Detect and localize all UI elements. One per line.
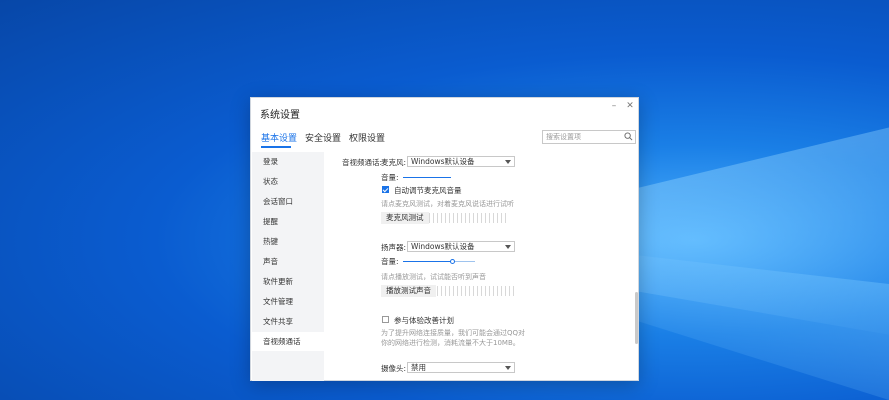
tab-basic-settings[interactable]: 基本设置 [261, 131, 297, 144]
camera-device-select[interactable]: 禁用 [407, 362, 515, 373]
speaker-volume-knob[interactable] [450, 259, 456, 264]
speaker-label: 扬声器: [381, 243, 407, 252]
mic-test-hint: 请点麦克风测试，对着麦克风说话进行试听 [381, 200, 514, 208]
sidebar-item-file-sharing[interactable]: 文件共享 [252, 312, 324, 331]
active-tab-indicator [261, 146, 291, 148]
sidebar-item-file-management[interactable]: 文件管理 [252, 292, 324, 311]
desktop-light-beam [600, 120, 889, 340]
sidebar-item-reminders[interactable]: 提醒 [252, 212, 324, 231]
auto-adjust-mic-checkbox[interactable] [382, 186, 389, 193]
av-section-label: 音视频通话: [342, 158, 383, 167]
close-icon[interactable]: ✕ [624, 101, 636, 111]
speaker-volume-label: 音量: [381, 257, 399, 266]
desktop-light-beam-lower [635, 255, 889, 400]
experience-program-label: 参与体验改善计划 [394, 316, 454, 325]
chevron-down-icon [505, 160, 511, 164]
experience-hint-line1: 为了提升网络连接质量，我们可能会通过QQ对 [381, 329, 526, 337]
search-box [542, 130, 636, 144]
sidebar-item-status[interactable]: 状态 [252, 172, 324, 191]
speaker-volume-fill [403, 261, 454, 262]
speaker-volume-slider[interactable] [403, 259, 475, 264]
auto-adjust-mic-label: 自动调节麦克风音量 [394, 186, 462, 195]
mic-volume-label: 音量: [381, 173, 399, 182]
camera-device-value: 禁用 [411, 363, 426, 372]
tab-permission-settings[interactable]: 权限设置 [349, 131, 385, 144]
sidebar-item-av-call[interactable]: 音视频通话 [252, 332, 324, 351]
minimize-icon[interactable]: – [608, 101, 620, 111]
sidebar-item-software-update[interactable]: 软件更新 [252, 272, 324, 291]
search-input[interactable] [543, 131, 621, 143]
speaker-device-select[interactable]: Windows默认设备 [407, 241, 515, 252]
speaker-test-hint: 请点播放测试，试试能否听到声音 [381, 273, 486, 281]
mic-device-value: Windows默认设备 [411, 157, 475, 166]
speaker-level-meter [437, 286, 515, 296]
settings-window: 系统设置 – ✕ 基本设置 安全设置 权限设置 登录 状态 会话窗口 提醒 热键… [250, 97, 639, 381]
search-icon[interactable] [624, 132, 633, 141]
speaker-test-button[interactable]: 播放测试声音 [381, 285, 436, 297]
sidebar-item-login[interactable]: 登录 [252, 152, 324, 171]
experience-program-checkbox[interactable] [382, 316, 389, 323]
content-scrollbar[interactable] [635, 292, 638, 344]
sidebar-item-hotkeys[interactable]: 热键 [252, 232, 324, 251]
sidebar: 登录 状态 会话窗口 提醒 热键 声音 软件更新 文件管理 文件共享 音视频通话 [252, 152, 324, 381]
mic-volume-fill [403, 177, 451, 178]
window-title: 系统设置 [260, 110, 300, 121]
chevron-down-icon [505, 366, 511, 370]
chevron-down-icon [505, 245, 511, 249]
sidebar-item-chat-window[interactable]: 会话窗口 [252, 192, 324, 211]
tab-security-settings[interactable]: 安全设置 [305, 131, 341, 144]
mic-test-button[interactable]: 麦克风测试 [381, 212, 429, 224]
speaker-device-value: Windows默认设备 [411, 242, 475, 251]
mic-label: 麦克风: [381, 158, 407, 167]
settings-content: 音视频通话: 麦克风: Windows默认设备 音量: 自动调节麦克风音量 请点… [324, 152, 639, 381]
mic-volume-slider[interactable] [403, 177, 451, 178]
mic-device-select[interactable]: Windows默认设备 [407, 156, 515, 167]
mic-level-meter [429, 213, 507, 223]
title-bar: 系统设置 – ✕ [251, 98, 638, 126]
camera-label: 摄像头: [381, 364, 407, 373]
experience-hint-line2: 你的网络进行检测，消耗流量不大于10MB。 [381, 339, 520, 347]
sidebar-item-sound[interactable]: 声音 [252, 252, 324, 271]
